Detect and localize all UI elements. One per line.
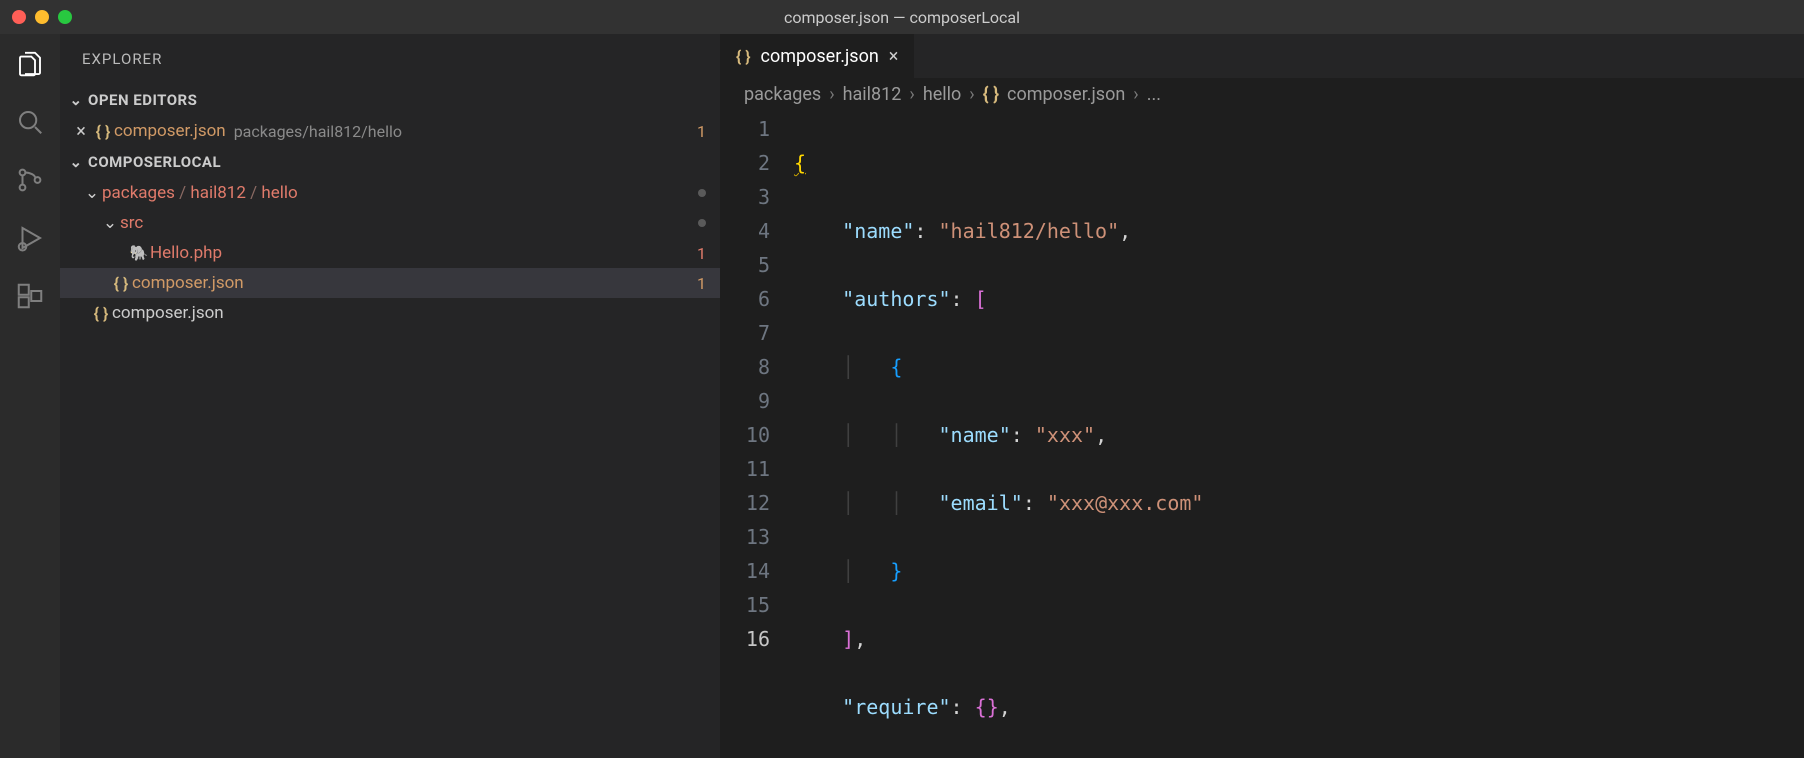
open-editor-item[interactable]: × { } composer.json packages/hail812/hel… [60,116,720,146]
source-control-icon[interactable] [14,164,46,196]
close-window-button[interactable] [12,10,26,24]
tabs: { } composer.json × [720,34,1804,78]
editor-pane: { } composer.json × packages › hail812 ›… [720,34,1804,758]
line-gutter: 1 2 3 4 5 6 7 8 9 10 11 12 13 14 15 16 [720,110,794,758]
file-composer-json-badge: 1 [697,274,706,293]
file-composer-root-label: composer.json [112,303,224,323]
open-editors-title: OPEN EDITORS [88,91,197,109]
sidebar: EXPLORER ⌄ OPEN EDITORS × { } composer.j… [60,34,720,758]
line-number: 12 [720,486,770,520]
line-number: 13 [720,520,770,554]
json-file-icon: { } [90,304,112,323]
code-editor[interactable]: 1 2 3 4 5 6 7 8 9 10 11 12 13 14 15 16 {… [720,110,1804,758]
minimize-window-button[interactable] [35,10,49,24]
chevron-down-icon: ⌄ [64,153,88,171]
tree-file-composer-json[interactable]: { } composer.json 1 [60,268,720,298]
line-number: 15 [720,588,770,622]
code-content[interactable]: { "name": "hail812/hello", "authors": [ … [794,110,1804,758]
tree-file-composer-root[interactable]: { } composer.json [60,298,720,328]
sidebar-title: EXPLORER [60,34,720,84]
bc-hello[interactable]: hello [923,84,961,105]
line-number: 14 [720,554,770,588]
line-number: 16 [720,622,770,656]
run-debug-icon[interactable] [14,222,46,254]
workspace-title: COMPOSERLOCAL [88,153,221,171]
search-icon[interactable] [14,106,46,138]
open-editor-path: packages/hail812/hello [234,122,402,141]
chevron-down-icon: ⌄ [64,91,88,109]
tree-folder-src[interactable]: ⌄ src [60,208,720,238]
line-number: 10 [720,418,770,452]
open-editor-badge: 1 [697,122,706,141]
close-icon[interactable]: × [889,46,899,67]
activity-bar [0,34,60,758]
chevron-right-icon: › [909,84,914,105]
line-number: 1 [720,112,770,146]
open-editor-filename: composer.json [114,121,226,141]
json-file-icon: { } [983,84,999,105]
extensions-icon[interactable] [14,280,46,312]
line-number: 11 [720,452,770,486]
tab-composer-json[interactable]: { } composer.json × [720,34,915,78]
tree-file-hello-php[interactable]: 🐘 Hello.php 1 [60,238,720,268]
bc-hail812[interactable]: hail812 [843,84,902,105]
folder-seg-packages: packages [102,183,175,203]
file-hello-php-badge: 1 [697,244,706,263]
line-number: 6 [720,282,770,316]
php-file-icon: 🐘 [128,244,150,262]
tree-folder-packages[interactable]: ⌄ packages / hail812 / hello [60,178,720,208]
open-editors-section[interactable]: ⌄ OPEN EDITORS [60,84,720,116]
breadcrumbs[interactable]: packages › hail812 › hello › { } compose… [720,78,1804,110]
folder-src-label: src [120,213,143,233]
workspace-section[interactable]: ⌄ COMPOSERLOCAL [60,146,720,178]
window-controls [12,10,72,24]
chevron-right-icon: › [1133,84,1138,105]
file-composer-json-label: composer.json [132,273,244,293]
line-number: 5 [720,248,770,282]
bc-ellipsis[interactable]: ... [1147,84,1161,105]
line-number: 9 [720,384,770,418]
file-hello-php-label: Hello.php [150,243,222,263]
modified-dot-icon [698,219,706,227]
chevron-right-icon: › [829,84,834,105]
line-number: 4 [720,214,770,248]
bc-file[interactable]: composer.json [1007,84,1125,105]
bc-packages[interactable]: packages [744,84,821,105]
chevron-down-icon: ⌄ [82,183,102,203]
line-number: 2 [720,146,770,180]
explorer-icon[interactable] [14,48,46,80]
line-number: 3 [720,180,770,214]
modified-dot-icon [698,189,706,197]
json-file-icon: { } [736,47,751,66]
titlebar: composer.json — composerLocal [0,0,1804,34]
tab-label: composer.json [761,46,879,67]
close-icon[interactable]: × [70,121,92,142]
json-file-icon: { } [92,122,114,141]
json-file-icon: { } [110,274,132,293]
folder-seg-hail812: hail812 [190,183,246,203]
window-title: composer.json — composerLocal [0,8,1804,27]
line-number: 7 [720,316,770,350]
chevron-right-icon: › [969,84,974,105]
chevron-down-icon: ⌄ [100,213,120,233]
folder-seg-hello: hello [261,183,297,203]
fullscreen-window-button[interactable] [58,10,72,24]
line-number: 8 [720,350,770,384]
